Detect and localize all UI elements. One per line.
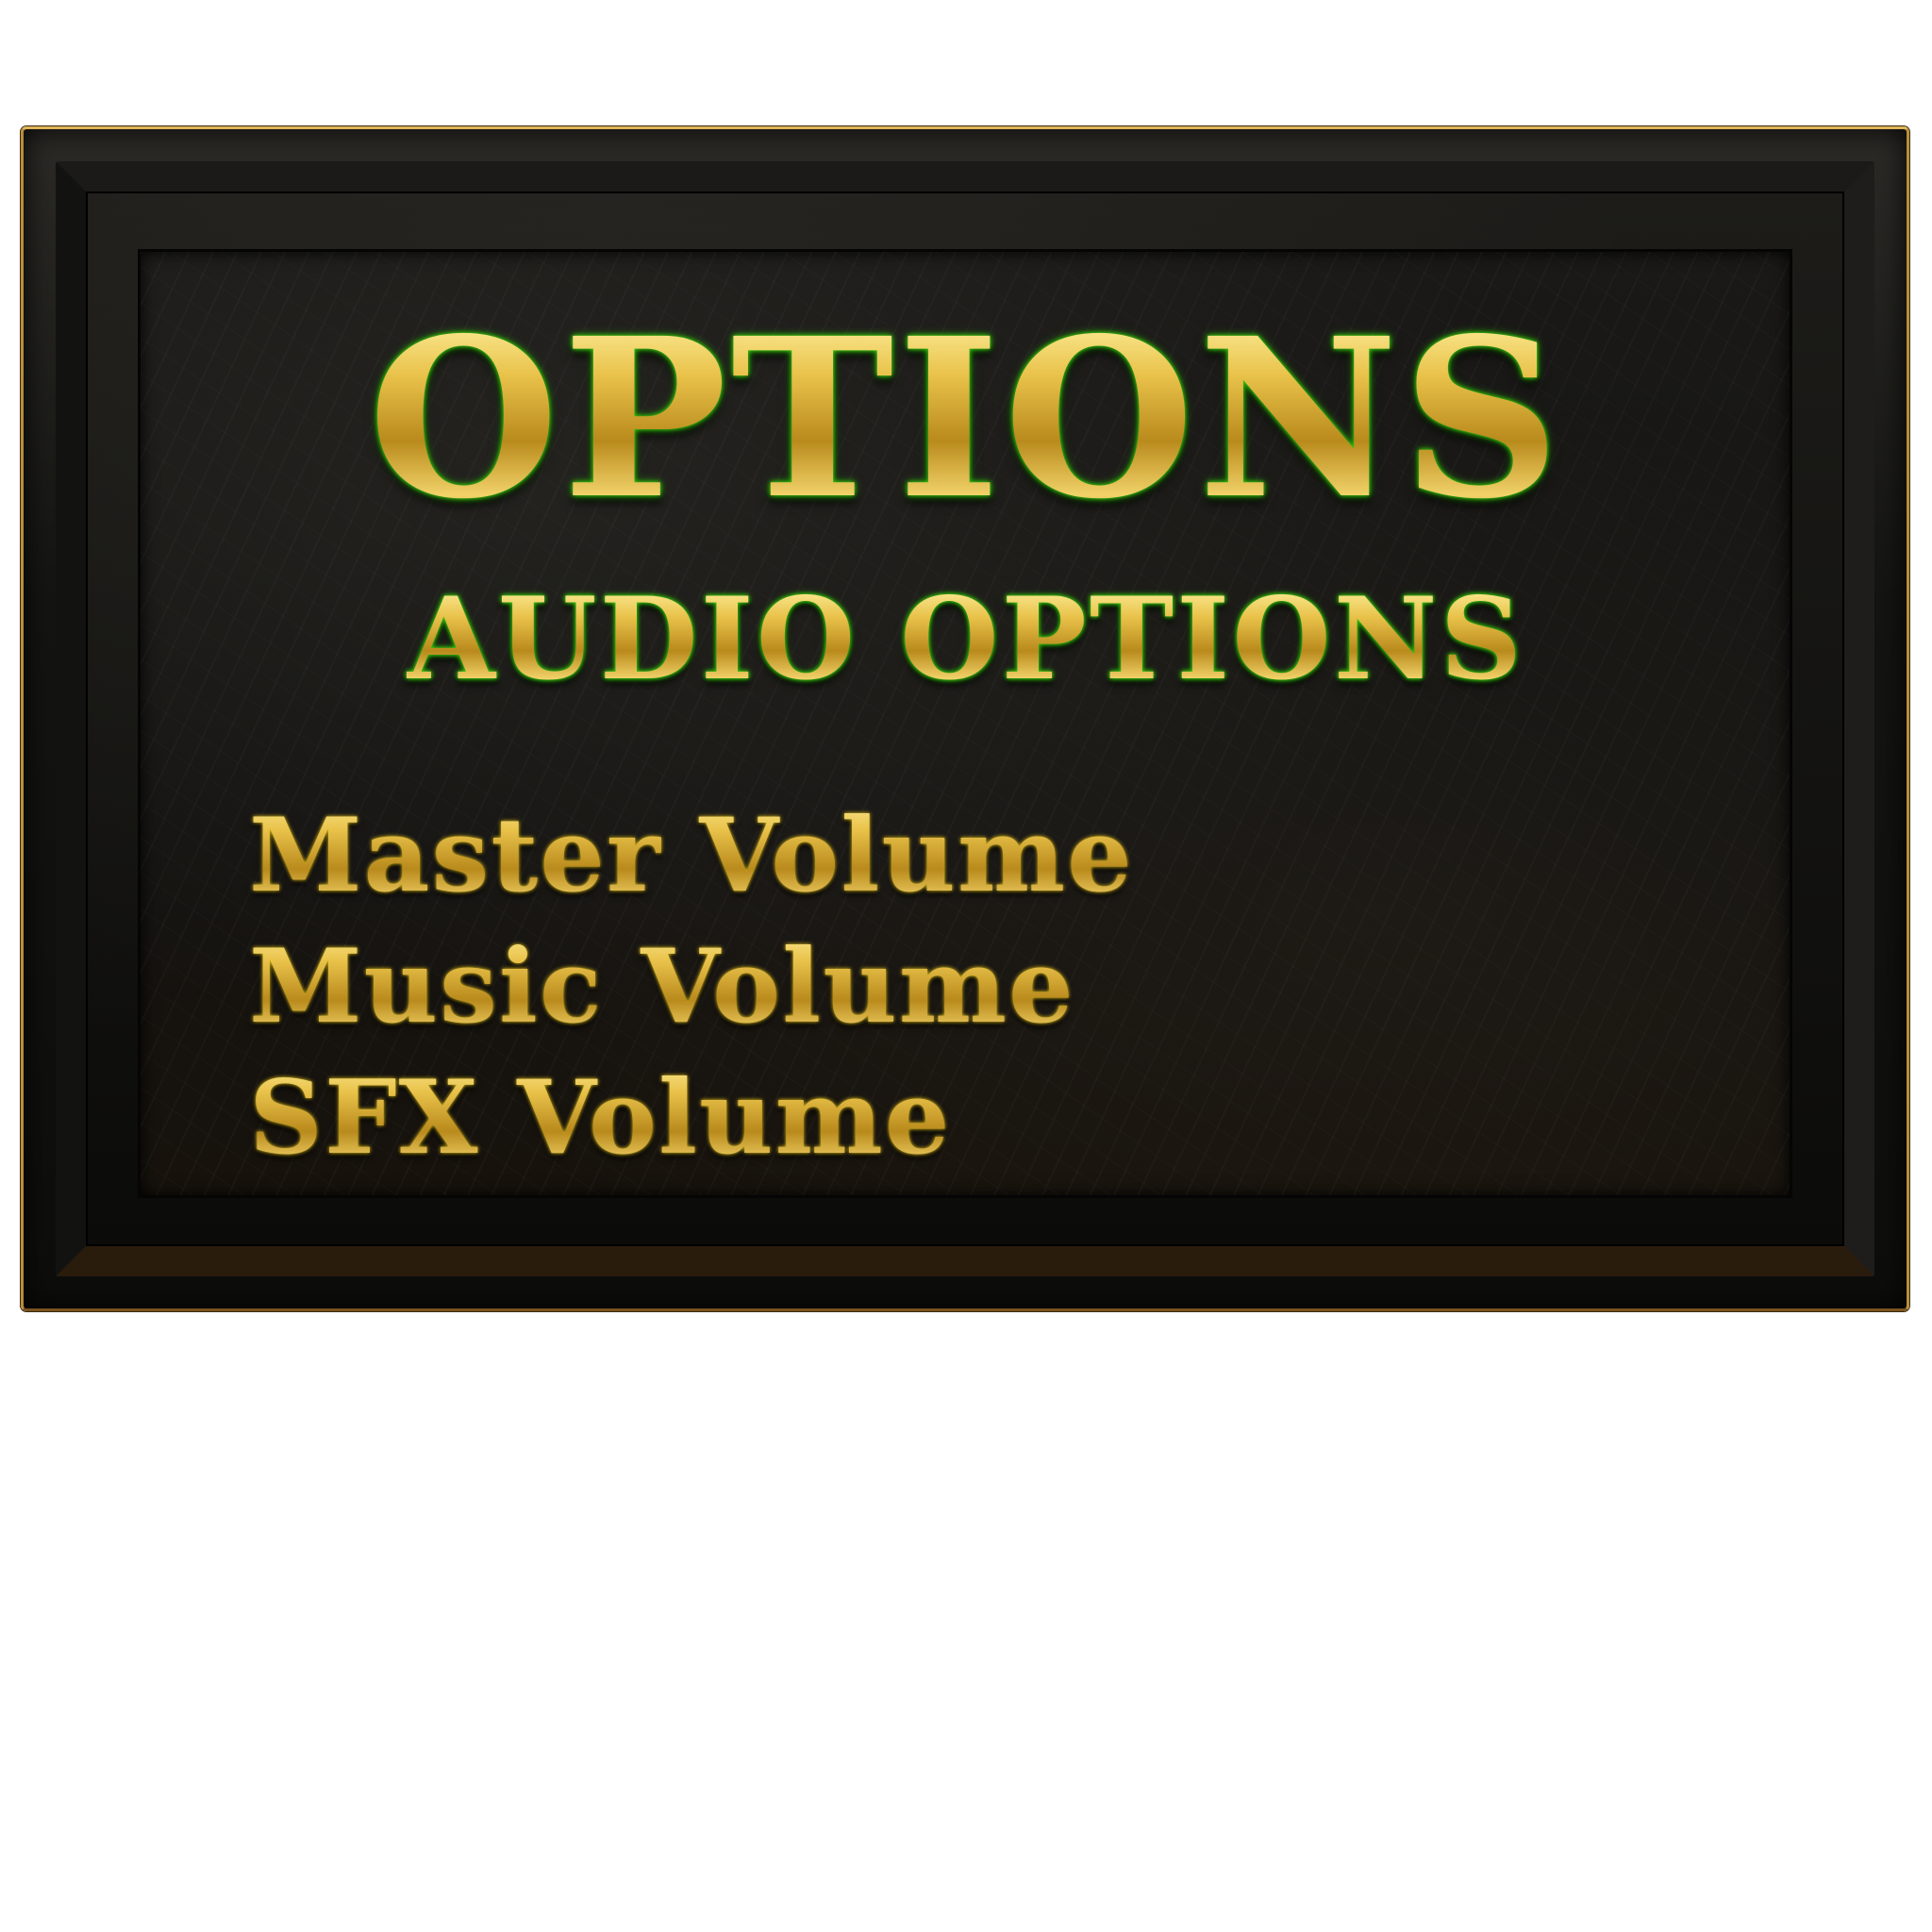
master-volume-option[interactable]: Master Volume: [249, 791, 1134, 922]
sfx-volume-option[interactable]: SFX Volume: [249, 1053, 1134, 1184]
options-title: OPTIONS: [0, 309, 1932, 528]
audio-options-menu: Master Volume Music Volume SFX Volume: [249, 791, 1134, 1184]
music-volume-option[interactable]: Music Volume: [249, 922, 1134, 1053]
audio-options-subtitle: AUDIO OPTIONS: [0, 583, 1932, 696]
